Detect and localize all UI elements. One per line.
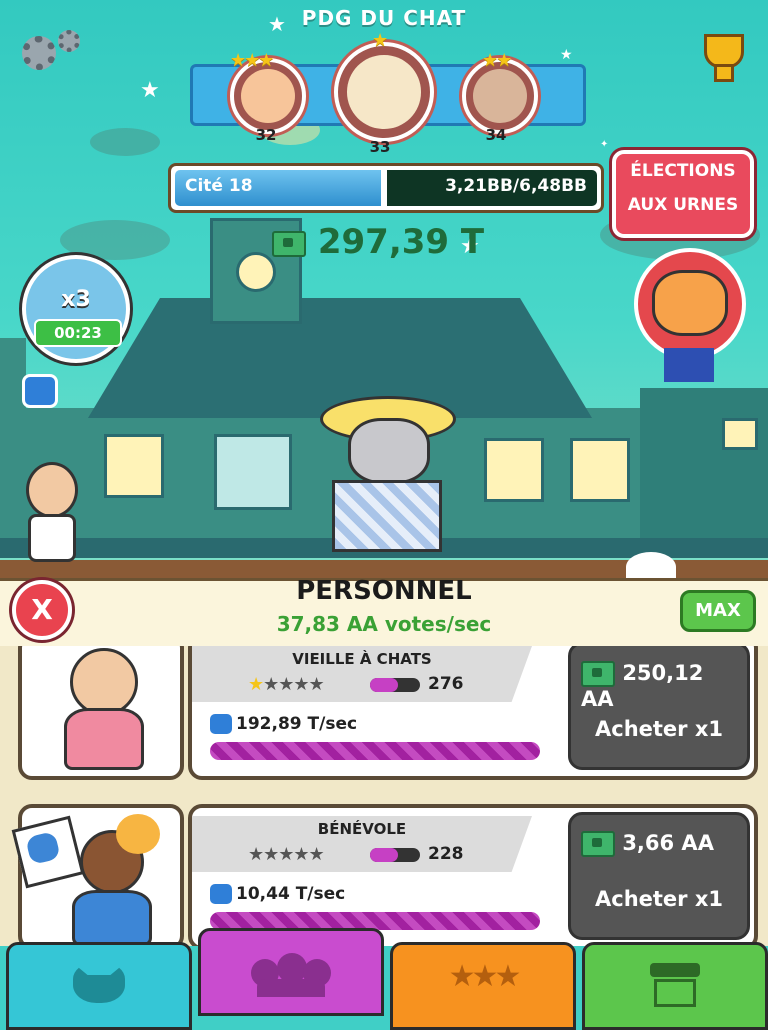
tab-upgrades[interactable]: ★★★ xyxy=(390,942,576,1030)
game-scene: ★ ★ ★ ★ ✦ ✦ ✦ PDG DU CHAT ★ xyxy=(0,0,768,578)
staff-group-icon xyxy=(251,953,331,997)
star-decoration: ✦ xyxy=(600,139,609,150)
boost-multiplier: x3 xyxy=(61,287,91,312)
panel-votes-rate: 37,83 AA votes/sec xyxy=(276,612,492,636)
buy-button[interactable]: 3,66 AA Acheter x1 xyxy=(568,812,750,940)
staff-card: BÉNÉVOLE ★★★★★ 228 10,44 T/sec 3,66 AA A… xyxy=(0,804,768,946)
staff-rating-stars: ★★★★★ xyxy=(248,674,325,695)
rank-number-right: 34 xyxy=(485,126,507,144)
close-button[interactable]: X xyxy=(12,580,72,640)
city-progress-value: 3,21BB/6,48BB xyxy=(445,176,587,196)
money-amount: 297,39 T xyxy=(317,222,485,262)
staff-rate-value: 192,89 T/sec xyxy=(236,714,358,734)
staff-name-tag: BÉNÉVOLE ★★★★★ 228 xyxy=(192,816,532,872)
rank-stars-left: ★★★ xyxy=(230,50,274,71)
cat-candidate-character xyxy=(320,390,456,560)
cloud xyxy=(60,220,170,260)
staff-card: VIEILLE À CHATS ★★★★★ 276 192,89 T/sec 2… xyxy=(0,646,768,784)
trophy-icon[interactable] xyxy=(698,34,744,82)
city-progress-bar: Cité 18 3,21BB/6,48BB xyxy=(168,163,604,213)
staff-rate: 192,89 T/sec xyxy=(210,714,357,734)
settings-gear-icon[interactable] xyxy=(22,36,56,70)
star-decoration: ★ xyxy=(560,47,573,63)
staff-info: BÉNÉVOLE ★★★★★ 228 10,44 T/sec 3,66 AA A… xyxy=(188,804,758,946)
money-counter: 297,39 T xyxy=(272,222,484,262)
thumbs-up-icon xyxy=(210,714,232,734)
city-name: Cité 18 xyxy=(185,176,253,196)
staff-rating-stars: ★★★★★ xyxy=(248,844,325,865)
tab-shop[interactable] xyxy=(582,942,768,1030)
staff-price: 250,12 AA xyxy=(581,661,741,711)
staff-price-value: 3,66 AA xyxy=(622,831,714,855)
staff-production-bar xyxy=(210,742,540,760)
buy-button-label: Acheter x1 xyxy=(595,717,723,741)
staff-info: VIEILLE À CHATS ★★★★★ 276 192,89 T/sec 2… xyxy=(188,646,758,780)
staff-list: VIEILLE À CHATS ★★★★★ 276 192,89 T/sec 2… xyxy=(0,646,768,946)
elections-label-line2: AUX URNES xyxy=(627,195,739,215)
elections-button[interactable]: ÉLECTIONS AUX URNES xyxy=(612,150,754,238)
cash-icon xyxy=(272,230,306,257)
rank-number-center: 33 xyxy=(369,138,391,156)
staff-price: 3,66 AA xyxy=(581,831,741,857)
tab-staff[interactable] xyxy=(198,928,384,1016)
shop-icon xyxy=(650,963,700,1007)
cloud xyxy=(90,128,160,156)
boost-time: 00:23 xyxy=(34,319,122,347)
buy-button-label: Acheter x1 xyxy=(595,887,723,911)
staff-name-tag: VIEILLE À CHATS ★★★★★ 276 xyxy=(192,646,532,702)
stars-icon: ★★★ xyxy=(448,959,522,994)
staff-level: 228 xyxy=(428,844,464,864)
staff-level-bar xyxy=(370,678,420,692)
boost-timer[interactable]: x3 00:23 xyxy=(22,255,130,363)
staff-name: BÉNÉVOLE xyxy=(317,820,407,838)
staff-portrait-cat-lady xyxy=(18,646,184,780)
staff-portrait-volunteer xyxy=(11,804,184,946)
rank-number-left: 32 xyxy=(255,126,277,144)
staff-rate: 10,44 T/sec xyxy=(210,884,345,904)
thumbs-up-icon[interactable] xyxy=(22,374,58,408)
cash-icon xyxy=(581,661,615,687)
settings-gear-small-icon[interactable] xyxy=(58,30,80,52)
staff-level: 276 xyxy=(428,674,464,694)
cat-medal-badge[interactable] xyxy=(634,248,746,382)
max-button[interactable]: MAX xyxy=(680,590,756,632)
panel-title: PERSONNEL xyxy=(296,576,472,606)
page-title: PDG DU CHAT xyxy=(301,6,467,30)
elections-label-line1: ÉLECTIONS xyxy=(630,161,736,181)
rank-stars-right: ★★ xyxy=(482,50,512,71)
tab-cats[interactable] xyxy=(6,942,192,1030)
staff-name: VIEILLE À CHATS xyxy=(292,650,432,668)
star-decoration: ★ xyxy=(140,78,160,103)
rank-stars-center: ★ xyxy=(372,30,388,51)
cat-head-icon xyxy=(73,963,125,1003)
cash-icon xyxy=(581,831,615,857)
staff-rate-value: 10,44 T/sec xyxy=(236,884,346,904)
mayor-character xyxy=(16,462,80,562)
rank-portrait-center[interactable] xyxy=(334,42,434,142)
thumbs-up-icon xyxy=(210,884,232,904)
buy-button[interactable]: 250,12 AA Acheter x1 xyxy=(568,646,750,770)
cash-bubble-icon[interactable] xyxy=(626,552,676,578)
staff-level-bar xyxy=(370,848,420,862)
